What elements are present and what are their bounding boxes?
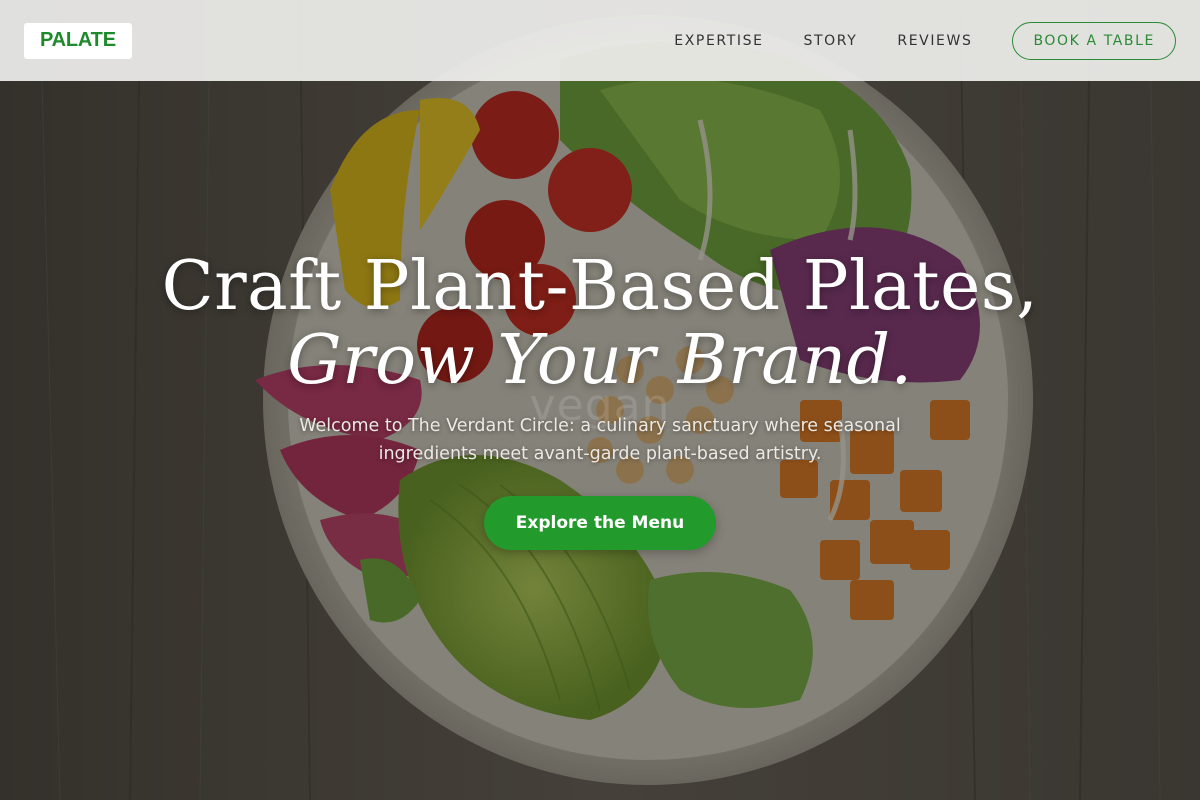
nav-link-story[interactable]: STORY (804, 33, 858, 49)
site-header: PALATE EXPERTISE STORY REVIEWS BOOK A TA… (0, 0, 1200, 81)
nav-link-expertise[interactable]: EXPERTISE (674, 33, 763, 49)
main-nav: EXPERTISE STORY REVIEWS BOOK A TABLE (674, 21, 1176, 60)
hero-headline: Craft Plant-Based Plates, Grow Your Bran… (0, 250, 1200, 398)
explore-menu-button[interactable]: Explore the Menu (484, 496, 716, 550)
hero-content: Craft Plant-Based Plates, Grow Your Bran… (0, 250, 1200, 550)
headline-line-2: Grow Your Brand. (287, 321, 913, 400)
brand-logo[interactable]: PALATE (24, 22, 132, 59)
headline-line-1: Craft Plant-Based Plates, (161, 247, 1039, 326)
book-table-button[interactable]: BOOK A TABLE (1012, 21, 1176, 60)
hero-subtitle: Welcome to The Verdant Circle: a culinar… (299, 416, 901, 464)
nav-link-reviews[interactable]: REVIEWS (897, 33, 972, 49)
